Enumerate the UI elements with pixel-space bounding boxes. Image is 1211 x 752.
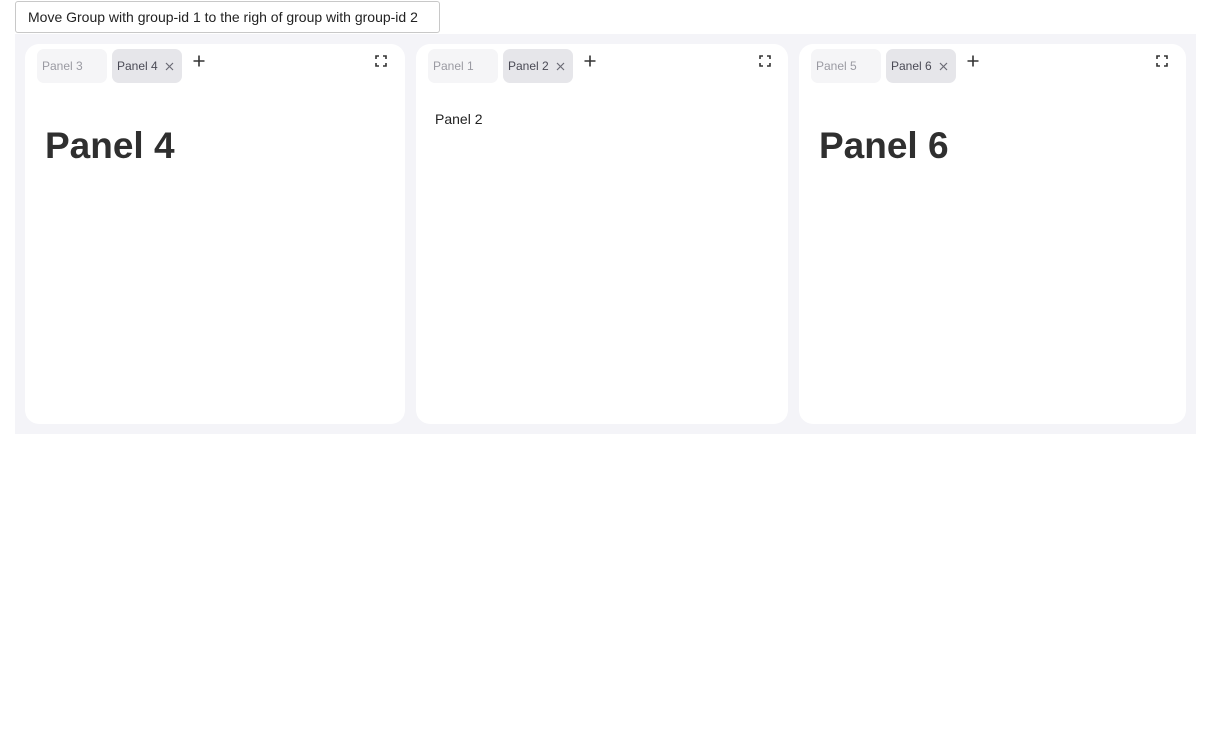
tab-label: Panel 1: [433, 59, 474, 73]
close-icon[interactable]: [555, 49, 565, 83]
tab-panel-1[interactable]: Panel 1: [428, 49, 498, 83]
panel-group-1: Panel 3 Panel 4 Panel 4: [25, 44, 405, 424]
close-icon[interactable]: [938, 49, 948, 83]
panel-group-3: Panel 5 Panel 6 Panel 6: [799, 44, 1186, 424]
move-group-button[interactable]: Move Group with group-id 1 to the righ o…: [15, 1, 440, 33]
tab-panel-5[interactable]: Panel 5: [811, 49, 881, 83]
tab-label: Panel 5: [816, 59, 857, 73]
tab-panel-2[interactable]: Panel 2: [503, 49, 573, 83]
tab-label: Panel 6: [891, 59, 932, 73]
tab-panel-3[interactable]: Panel 3: [37, 49, 107, 83]
plus-icon[interactable]: [965, 52, 981, 70]
tab-panel-6[interactable]: Panel 6: [886, 49, 956, 83]
tab-label: Panel 2: [508, 59, 549, 73]
panel-content-heading: Panel 4: [45, 125, 175, 166]
tab-label: Panel 4: [117, 59, 158, 73]
tab-panel-4[interactable]: Panel 4: [112, 49, 182, 83]
plus-icon[interactable]: [582, 52, 598, 70]
plus-icon[interactable]: [191, 52, 207, 70]
tab-label: Panel 3: [42, 59, 83, 73]
maximize-icon[interactable]: [1155, 54, 1169, 68]
panel-content-text: Panel 2: [435, 111, 483, 127]
close-icon[interactable]: [164, 49, 174, 83]
panel-group-2: Panel 1 Panel 2 Panel 2: [416, 44, 788, 424]
maximize-icon[interactable]: [374, 54, 388, 68]
maximize-icon[interactable]: [758, 54, 772, 68]
panel-content-heading: Panel 6: [819, 125, 949, 166]
dock-container: Panel 3 Panel 4 Panel 4 Panel 1 Panel 2: [15, 34, 1196, 434]
